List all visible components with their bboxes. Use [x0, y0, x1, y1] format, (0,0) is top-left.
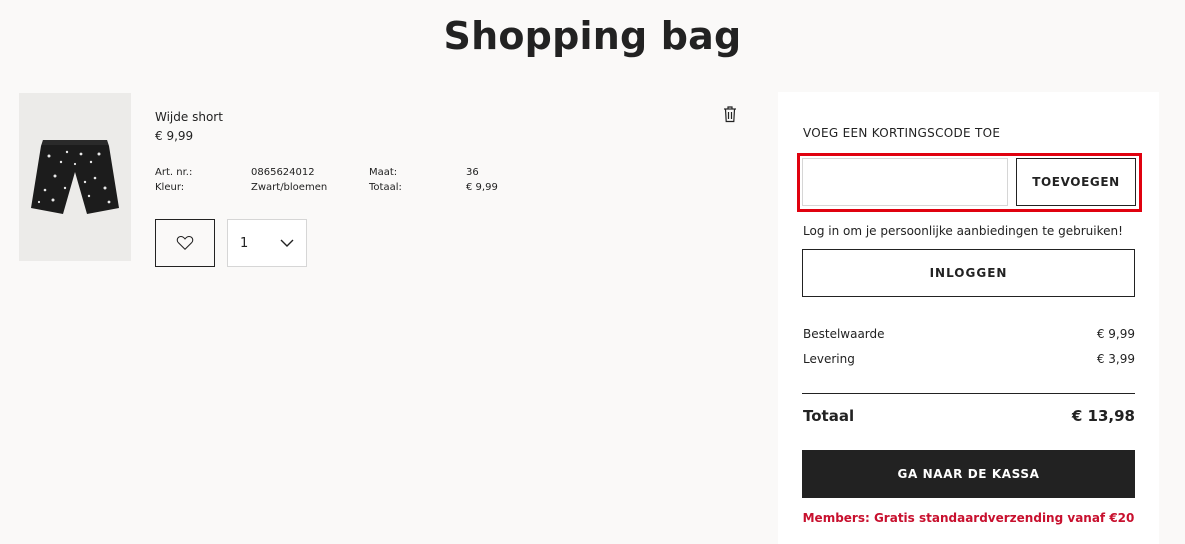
delivery-label: Levering	[803, 352, 855, 366]
art-nr-label: Art. nr.:	[155, 167, 193, 178]
login-prompt: Log in om je persoonlijke aanbiedingen t…	[803, 224, 1123, 238]
art-nr-value: 0865624012	[251, 167, 315, 178]
product-name[interactable]: Wijde short	[155, 110, 223, 124]
detail-labels-left: Art. nr.: Kleur:	[155, 165, 192, 195]
total-label: Totaal	[803, 407, 855, 425]
color-value: Zwart/bloemen	[251, 182, 328, 193]
chevron-down-icon	[280, 239, 294, 247]
shorts-image	[31, 140, 119, 214]
detail-labels-right: Maat: Totaal:	[369, 165, 402, 195]
add-discount-button[interactable]: TOEVOEGEN	[1016, 158, 1136, 206]
total-amount: € 13,98	[1071, 407, 1135, 425]
favourite-button[interactable]	[155, 219, 215, 267]
size-label: Maat:	[369, 167, 398, 178]
delivery-amount: € 3,99	[1096, 352, 1135, 366]
heart-icon	[176, 236, 194, 250]
summary-divider	[802, 393, 1135, 394]
discount-heading: VOEG EEN KORTINGSCODE TOE	[803, 126, 1001, 140]
product-image[interactable]	[19, 93, 131, 261]
detail-values-left: 0865624012 Zwart/bloemen	[251, 165, 327, 195]
checkout-button[interactable]: GA NAAR DE KASSA	[802, 450, 1135, 498]
item-total-value: € 9,99	[466, 182, 498, 193]
order-value-amount: € 9,99	[1096, 327, 1135, 341]
item-total-label: Totaal:	[369, 182, 402, 193]
members-shipping-note: Members: Gratis standaardverzending vana…	[802, 511, 1135, 525]
detail-values-right: 36 € 9,99	[466, 165, 498, 195]
color-label: Kleur:	[155, 182, 185, 193]
order-summary-panel: VOEG EEN KORTINGSCODE TOE TOEVOEGEN Log …	[778, 92, 1159, 544]
quantity-value: 1	[240, 235, 249, 251]
order-value-label: Bestelwaarde	[803, 327, 885, 341]
quantity-select[interactable]: 1	[227, 219, 307, 267]
page-title: Shopping bag	[443, 14, 742, 58]
product-price: € 9,99	[155, 129, 194, 143]
trash-icon[interactable]	[722, 105, 738, 123]
login-button[interactable]: INLOGGEN	[802, 249, 1135, 297]
size-value: 36	[466, 167, 479, 178]
discount-code-input[interactable]	[802, 158, 1008, 206]
